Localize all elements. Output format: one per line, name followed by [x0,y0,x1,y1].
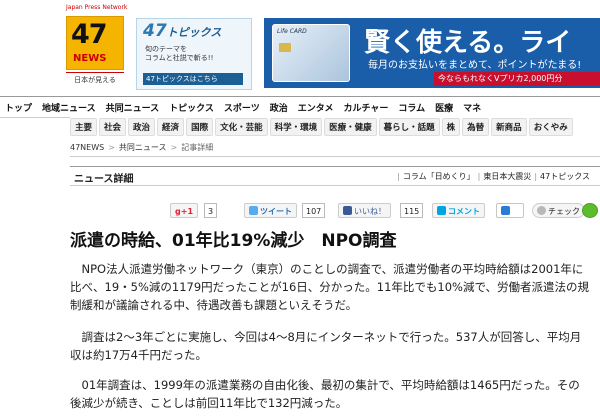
nav-item-medical[interactable]: 医療 [430,101,458,114]
subnav-item-obituaries[interactable]: おくやみ [528,118,573,136]
main-nav: トップ 地域ニュース 共同ニュース トピックス スポーツ 政治 エンタメ カルチ… [0,96,600,118]
like-count: 115 [400,203,424,218]
topics-tagline-1: 旬のテーマを [145,45,187,53]
japan-press-network-label: Japan Press Network [66,4,128,11]
topics-banner[interactable]: 47トピックス 旬のテーマを コラムと社説で斬る!! 47トピックスはこちら [136,18,252,90]
subnav-item-politics[interactable]: 政治 [128,118,156,136]
mixi-check-icon [537,206,546,215]
facebook-icon [343,206,352,215]
subnav-item-life-topics[interactable]: 暮らし・話題 [378,118,440,136]
breadcrumb-current: 記事詳細 [181,143,214,152]
mixi-check-button[interactable]: チェック [532,203,585,218]
google-plus-count: 3 [204,203,218,218]
section-links: | コラム「日めくり」 | 東日本大震災 | 47トピックス [394,171,590,182]
site-logo[interactable]: 47 NEWS [66,16,124,70]
line-share-button[interactable] [582,203,598,218]
nav-item-entertainment[interactable]: エンタメ [293,101,339,114]
subnav-item-main[interactable]: 主要 [70,118,98,136]
ad-promo: 今ならもれなくVプリカ2,000円分 [434,72,600,86]
like-label: いいね！ [354,207,386,216]
nav-item-top[interactable]: トップ [0,101,37,114]
ad-subtext: 毎月のお支払いをまとめて、ポイントがたまる! [368,60,582,71]
nav-item-politics[interactable]: 政治 [265,101,293,114]
breadcrumb-separator: > [170,143,178,152]
link-column-himekuri[interactable]: コラム「日めくり」 [403,172,475,181]
breadcrumb: 47NEWS > 共同ニュース > 記事詳細 [70,142,600,157]
subnav-item-forex[interactable]: 為替 [462,118,490,136]
sub-nav: 主要 社会 政治 経済 国際 文化・芸能 科学・環境 医療・健康 暮らし・話題 … [70,117,600,137]
subnav-item-society[interactable]: 社会 [99,118,127,136]
logo-number: 47 [71,19,108,50]
subnav-item-science-environment[interactable]: 科学・環境 [269,118,323,136]
subnav-item-international[interactable]: 国際 [186,118,214,136]
article-headline: 派遣の時給、01年比19%減少 NPO調査 [70,231,397,251]
hatena-count-button[interactable] [496,203,524,218]
subnav-item-economy[interactable]: 経済 [157,118,185,136]
link-great-east-japan-earthquake[interactable]: 東日本大震災 [483,172,531,181]
logo-tagline: 日本が見える [66,72,124,85]
section-title: ニュース詳細 [74,174,134,185]
nav-item-culture[interactable]: カルチャー [338,101,393,114]
topics-logo-number: 47 [143,21,167,41]
hatena-bookmark-icon [437,206,446,215]
section-bar: ニュース詳細 | コラム「日めくり」 | 東日本大震災 | 47トピックス [70,166,600,186]
nav-item-sports[interactable]: スポーツ [219,101,265,114]
facebook-like-button[interactable]: いいね！ [338,203,391,218]
divider: | [397,172,400,181]
topics-button[interactable]: 47トピックスはこちら [143,73,243,85]
topics-tagline-2: コラムと社説で斬る!! [145,54,214,62]
check-label: チェック [548,207,580,216]
advertisement-banner[interactable]: Life CARD 賢く使える。ライ 毎月のお支払いをまとめて、ポイントがたまる… [264,18,600,88]
subnav-item-new-products[interactable]: 新商品 [491,118,527,136]
google-plus-label: +1 [180,207,194,216]
subnav-item-stocks[interactable]: 株 [441,118,461,136]
article-paragraph: NPO法人派遣労働ネットワーク（東京）のことしの調査で、派遣労働者の平均時給額は… [70,262,590,312]
site-header: Japan Press Network 47 NEWS 日本が見える 47トピッ… [0,0,600,96]
nav-item-kyodo-news[interactable]: 共同ニュース [101,101,165,114]
article-paragraph: 01年調査は、1999年の派遣業務の自由化後、最初の集計で、平均時給額は1465… [70,378,580,410]
nav-item-local-news[interactable]: 地域ニュース [37,101,101,114]
divider: | [534,172,538,181]
nav-item-topics[interactable]: トピックス [164,101,219,114]
twitter-bird-icon [249,206,258,215]
breadcrumb-section[interactable]: 共同ニュース [119,143,167,152]
comment-label: コメント [448,207,480,216]
google-plus-button[interactable]: g+1 [170,203,199,218]
topics-logo: 47トピックス [143,21,221,41]
subnav-item-medical-health[interactable]: 医療・健康 [324,118,377,136]
tweet-label: ツイート [260,207,292,216]
credit-card-image: Life CARD [272,24,350,82]
nav-item-column[interactable]: コラム [393,101,430,114]
nav-item-money[interactable]: マネ [458,101,486,114]
hatena-comment-button[interactable]: コメント [432,203,485,218]
article-paragraph: 調査は2～3年ごとに実施し、今回は4～8月にインターネットで行った。537人が回… [70,330,582,362]
topics-logo-word: トピックス [166,26,222,39]
share-bar: g+1 3 ツイート 107 いいね！ 115 コメント チェック [170,203,600,219]
logo-word: NEWS [73,53,107,64]
tweet-button[interactable]: ツイート [244,203,297,218]
subnav-item-culture-arts[interactable]: 文化・芸能 [215,118,268,136]
topics-tagline: 旬のテーマを コラムと社説で斬る!! [145,45,213,63]
breadcrumb-home[interactable]: 47NEWS [70,143,104,152]
card-chip-icon [279,43,291,52]
ad-headline: 賢く使える。ライ [364,28,572,58]
card-brand-label: Life CARD [277,28,307,35]
hatena-b-icon [501,206,510,215]
link-47-topics[interactable]: 47トピックス [540,172,590,181]
breadcrumb-separator: > [108,143,115,152]
tweet-count: 107 [302,203,326,218]
